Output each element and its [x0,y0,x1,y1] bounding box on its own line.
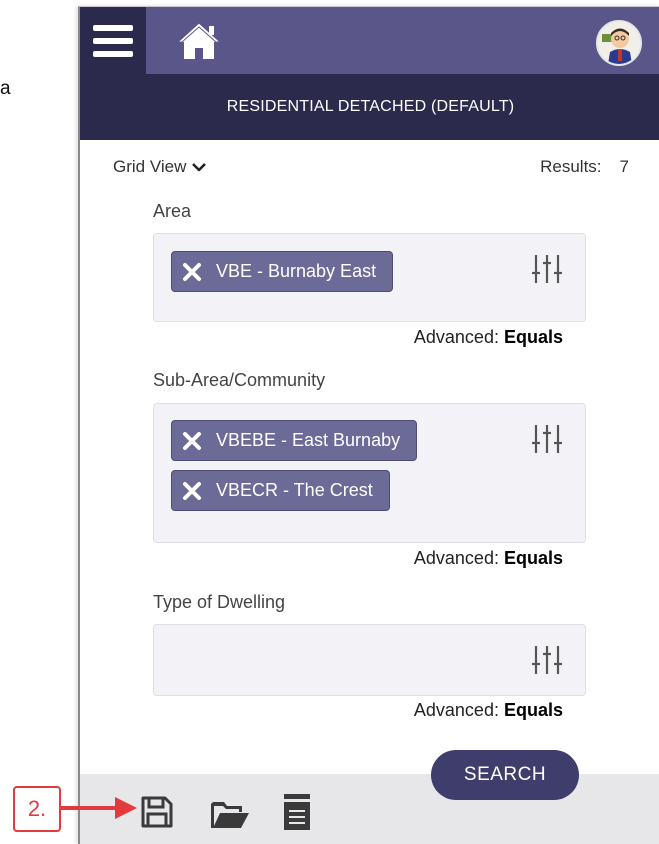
dwelling-field[interactable] [153,624,586,696]
advanced-value: Equals [503,548,563,568]
results-number: 7 [619,157,629,176]
results-label: Results: [540,157,602,176]
advanced-value: Equals [503,327,563,347]
remove-icon[interactable] [182,262,202,282]
filter-sliders-icon[interactable] [531,645,563,675]
document-list-icon[interactable] [283,794,311,830]
advanced-value: Equals [503,700,563,720]
step-callout: 2. [13,786,61,832]
area-field[interactable]: VBE - Burnaby East [153,233,586,322]
home-icon[interactable] [176,21,222,61]
subarea-label: Sub-Area/Community [153,370,326,390]
area-chip[interactable]: VBE - Burnaby East [171,251,394,292]
remove-icon[interactable] [182,431,202,451]
top-bar [80,7,659,74]
mobile-app-frame: RESIDENTIAL DETACHED (DEFAULT) Grid View… [78,6,659,844]
area-label: Area [153,201,192,221]
dwelling-advanced[interactable]: Advanced: Equals [414,700,563,721]
subarea-field[interactable]: VBEBE - East Burnaby VBECR - The Crest [153,403,586,543]
advanced-label: Advanced: [413,548,499,568]
subarea-chip[interactable]: VBEBE - East Burnaby [171,420,418,461]
search-button[interactable]: SEARCH [431,750,579,800]
callout-arrow-icon [59,797,137,819]
chevron-down-icon [192,163,207,172]
stray-text: a [0,78,11,99]
remove-icon[interactable] [182,481,202,501]
advanced-label: Advanced: [413,327,499,347]
subarea-chip[interactable]: VBECR - The Crest [171,470,390,511]
subarea-advanced[interactable]: Advanced: Equals [414,548,563,569]
page-subtitle: RESIDENTIAL DETACHED (DEFAULT) [80,74,659,140]
grid-view-toggle[interactable]: Grid View [113,157,207,177]
chip-label: VBECR - The Crest [216,480,373,500]
folder-open-icon[interactable] [210,800,250,830]
hamburger-menu-icon[interactable] [80,7,146,74]
user-avatar[interactable] [596,20,642,66]
filter-sliders-icon[interactable] [531,254,563,284]
filter-sliders-icon[interactable] [531,424,563,454]
chip-label: VBE - Burnaby East [216,261,377,281]
chip-label: VBEBE - East Burnaby [216,430,401,450]
advanced-label: Advanced: [413,700,499,720]
grid-view-label: Grid View [113,157,187,176]
save-icon[interactable] [140,795,174,829]
area-advanced[interactable]: Advanced: Equals [414,327,563,348]
dwelling-label: Type of Dwelling [153,592,286,612]
results-count: Results: 7 [540,157,629,177]
